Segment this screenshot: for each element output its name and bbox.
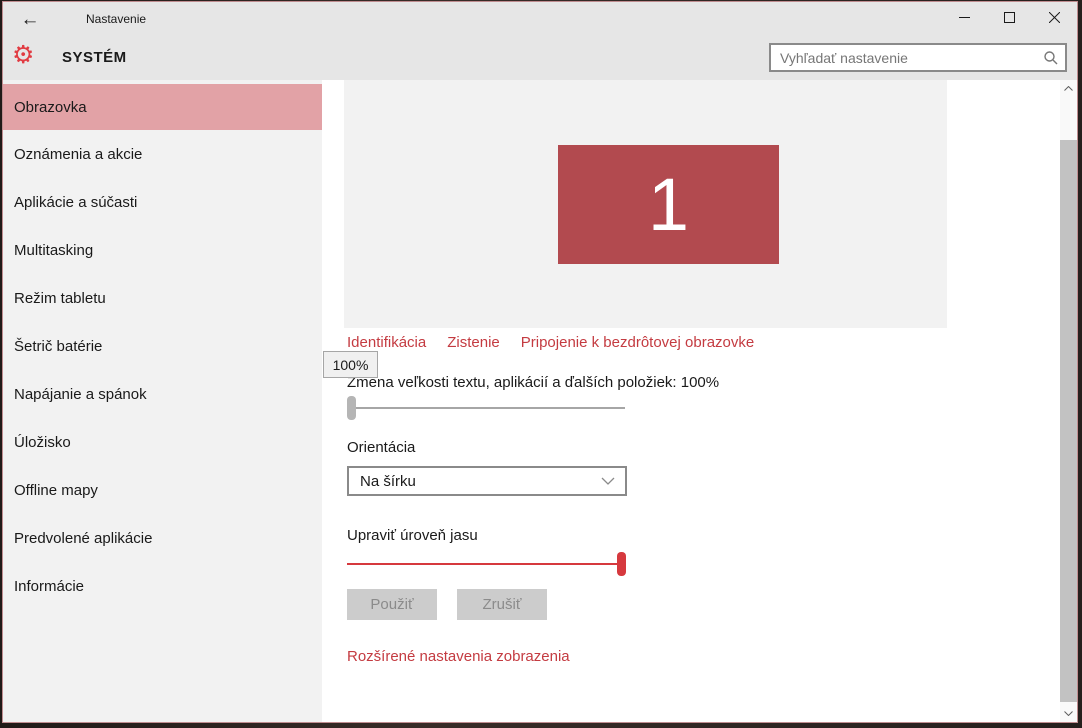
sidebar-item-napajanie[interactable]: Napájanie a spánok	[3, 370, 322, 418]
sidebar-item-label: Multitasking	[14, 241, 94, 259]
orientation-value: Na šírku	[360, 472, 416, 490]
advanced-display-settings-link[interactable]: Rozšírené nastavenia zobrazenia	[347, 648, 570, 665]
header: ← Nastavenie ⚙ SYSTÉM	[3, 2, 1077, 80]
monitor-1[interactable]: 1	[558, 145, 779, 264]
search-icon[interactable]	[1037, 50, 1065, 65]
orientation-label: Orientácia	[347, 439, 416, 456]
back-button[interactable]: ←	[15, 6, 45, 34]
sidebar-item-label: Aplikácie a súčasti	[14, 193, 138, 211]
sidebar-item-informacie[interactable]: Informácie	[3, 562, 322, 610]
sidebar-item-rezim-tabletu[interactable]: Režim tabletu	[3, 274, 322, 322]
main-content: 1 Identifikácia Zistenie Pripojenie k be…	[322, 80, 1077, 722]
sidebar-item-multitasking[interactable]: Multitasking	[3, 226, 322, 274]
sidebar-item-oznamenia[interactable]: Oznámenia a akcie	[3, 130, 322, 178]
window-title: Nastavenie	[86, 12, 147, 26]
settings-window: ← Nastavenie ⚙ SYSTÉM Obrazovka Oznámeni…	[2, 1, 1078, 723]
brightness-label: Upraviť úroveň jasu	[347, 527, 478, 544]
maximize-icon	[1004, 11, 1015, 23]
cancel-button[interactable]: Zrušiť	[457, 589, 547, 620]
brightness-slider-track[interactable]	[347, 563, 626, 565]
scrollbar-down-arrow[interactable]	[1060, 705, 1077, 722]
close-icon	[1049, 11, 1060, 23]
identify-link[interactable]: Identifikácia	[347, 334, 426, 351]
scrollbar	[1060, 80, 1077, 722]
monitor-number: 1	[647, 163, 690, 246]
sidebar-item-offline-mapy[interactable]: Offline mapy	[3, 466, 322, 514]
orientation-dropdown[interactable]: Na šírku	[347, 466, 627, 496]
detect-link[interactable]: Zistenie	[447, 334, 500, 351]
sidebar-item-label: Úložisko	[14, 433, 71, 451]
scale-slider-track[interactable]	[347, 407, 625, 409]
sidebar-item-label: Informácie	[14, 577, 85, 595]
scale-slider[interactable]	[347, 395, 625, 421]
sidebar-item-label: Offline mapy	[14, 481, 98, 499]
scale-slider-thumb[interactable]	[347, 396, 356, 420]
minimize-button[interactable]	[942, 2, 987, 32]
display-links: Identifikácia Zistenie Pripojenie k bezd…	[347, 334, 754, 351]
search-input[interactable]	[771, 49, 1037, 66]
page-title: SYSTÉM	[62, 49, 127, 66]
display-preview-panel: 1	[344, 80, 947, 328]
sidebar-item-label: Obrazovka	[14, 98, 87, 116]
sidebar-item-ulozisko[interactable]: Úložisko	[3, 418, 322, 466]
scale-tooltip: 100%	[323, 351, 378, 378]
chevron-down-icon	[591, 477, 625, 485]
scrollbar-thumb[interactable]	[1060, 140, 1077, 702]
sidebar-item-obrazovka[interactable]: Obrazovka	[3, 84, 322, 130]
sidebar-item-aplikacie[interactable]: Aplikácie a súčasti	[3, 178, 322, 226]
wireless-display-link[interactable]: Pripojenie k bezdrôtovej obrazovke	[521, 334, 754, 351]
sidebar: Obrazovka Oznámenia a akcie Aplikácie a …	[3, 80, 322, 722]
scrollbar-up-arrow[interactable]	[1060, 80, 1077, 97]
brightness-slider-thumb[interactable]	[617, 552, 626, 576]
scale-label: Zmena veľkosti textu, aplikácií a ďalšíc…	[347, 374, 720, 391]
sidebar-item-label: Šetrič batérie	[14, 337, 103, 355]
sidebar-item-label: Predvolené aplikácie	[14, 529, 153, 547]
system-gear-icon: ⚙	[12, 41, 35, 69]
sidebar-item-predvolene-aplikacie[interactable]: Predvolené aplikácie	[3, 514, 322, 562]
sidebar-item-label: Napájanie a spánok	[14, 385, 147, 403]
search-box	[769, 43, 1067, 72]
sidebar-item-setric-baterie[interactable]: Šetrič batérie	[3, 322, 322, 370]
apply-button[interactable]: Použiť	[347, 589, 437, 620]
caption-controls	[942, 2, 1077, 32]
minimize-icon	[959, 16, 970, 18]
sidebar-item-label: Režim tabletu	[14, 289, 106, 307]
sidebar-item-label: Oznámenia a akcie	[14, 145, 143, 163]
brightness-slider[interactable]	[347, 551, 626, 577]
close-button[interactable]	[1032, 2, 1077, 32]
maximize-button[interactable]	[987, 2, 1032, 32]
